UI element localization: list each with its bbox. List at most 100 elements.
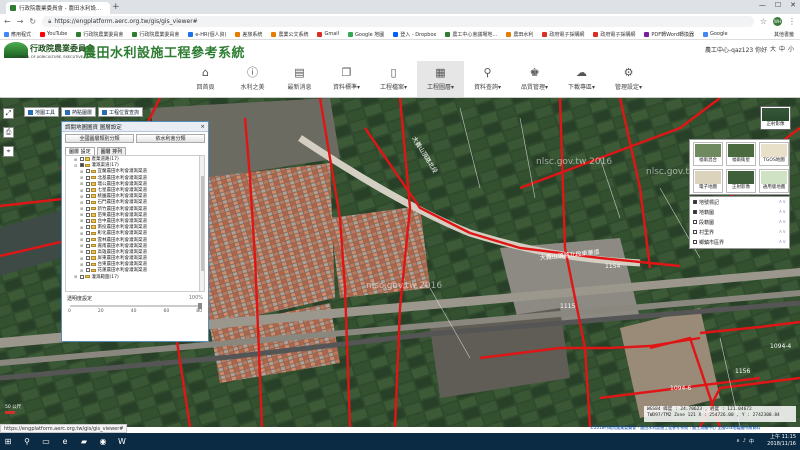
font-size-large[interactable]: 大 [770, 44, 776, 53]
layer-checkbox[interactable] [85, 249, 90, 254]
forward-icon[interactable]: → [17, 17, 24, 26]
menu-item-4[interactable]: ❐ 資料標準▾ [323, 61, 370, 97]
close-icon[interactable]: × [200, 124, 205, 130]
reorder-arrows-icon[interactable]: ∧∨ [779, 209, 786, 215]
opacity-slider-handle[interactable] [198, 303, 202, 309]
project-location-search-button[interactable]: 工程位置查詢 [98, 107, 144, 117]
bookmark-item[interactable]: 行政院農業委員會 [132, 31, 179, 38]
tree-node-irrigation-areas[interactable]: ⊞ 灌溉範圍(17) [66, 274, 204, 280]
overlay-checkbox[interactable] [693, 220, 697, 224]
layer-checkbox[interactable] [79, 163, 84, 168]
tray-icon[interactable]: ♪ [743, 438, 746, 445]
tab-layer-settings[interactable]: 圖層 設定 [65, 147, 95, 155]
bookmark-item[interactable]: 政府電子採購網 [593, 31, 635, 38]
bookmark-item[interactable]: 農田水利 [506, 31, 533, 38]
layer-checkbox[interactable] [85, 200, 90, 205]
layer-checkbox[interactable] [85, 262, 90, 267]
hotspot-layer-button[interactable]: 熱點圖層 [61, 107, 97, 117]
windows-start-icon[interactable]: ⊞ [3, 437, 13, 447]
back-icon[interactable]: ← [4, 17, 11, 26]
bookmark-item[interactable]: 行政院農業委員會 [76, 31, 123, 38]
overlay-layer-row[interactable]: 地號標記 ∧∨ [690, 197, 789, 207]
close-window-icon[interactable]: ✕ [790, 1, 796, 9]
reorder-arrows-icon[interactable]: ∧∨ [779, 199, 786, 205]
overlay-checkbox[interactable] [693, 210, 697, 214]
overlay-checkbox[interactable] [693, 200, 697, 204]
bookmark-item[interactable]: 登入 - Dropbox [393, 31, 436, 38]
layer-checkbox[interactable] [85, 175, 90, 180]
chrome-icon[interactable]: ◉ [98, 437, 108, 447]
overlay-layer-row[interactable]: 鄉鎮市區界 ∧∨ [690, 237, 789, 247]
layer-checkbox[interactable] [85, 212, 90, 217]
bookmark-item[interactable]: e-HR(個人資) [188, 31, 226, 38]
layer-checkbox[interactable] [85, 169, 90, 174]
tray-icon[interactable]: ∧ [736, 438, 740, 445]
locate-icon[interactable]: ⌖ [3, 146, 14, 157]
new-tab-button[interactable]: + [112, 2, 120, 12]
layer-checkbox[interactable] [85, 206, 90, 211]
user-greeting[interactable]: 農工中心-qaz123 你好 [705, 45, 767, 54]
bookmark-item[interactable]: 應用程式 [4, 31, 31, 38]
browser-tab[interactable]: 行政院農業委員會 - 農田水利設... × [6, 2, 110, 14]
layer-checkbox[interactable] [85, 194, 90, 199]
layer-checkbox[interactable] [85, 225, 90, 230]
overlay-layer-row[interactable]: 村里界 ∧∨ [690, 227, 789, 237]
menu-item-10[interactable]: ⚙ 管理設定▾ [605, 61, 652, 97]
bookmark-item[interactable]: 農業公文系統 [271, 31, 308, 38]
menu-item-6[interactable]: ▦ 工程圖層▾ [417, 61, 464, 97]
national-category-button[interactable]: 全國圖層類別分類 [65, 134, 134, 143]
layer-checkbox[interactable] [85, 256, 90, 261]
bookmark-item[interactable]: 差旅系統 [235, 31, 262, 38]
layer-checkbox[interactable] [85, 181, 90, 186]
map-tools-button[interactable]: 地圖工具 [24, 107, 60, 117]
font-size-small[interactable]: 小 [788, 44, 794, 53]
layer-checkbox[interactable] [85, 188, 90, 193]
reorder-arrows-icon[interactable]: ∧∨ [779, 229, 786, 235]
font-size-medium[interactable]: 中 [779, 44, 785, 53]
bookmark-item[interactable]: Google 地圖 [348, 31, 384, 38]
print-icon[interactable]: ⎙ [3, 127, 14, 138]
overlay-layer-row[interactable]: 地籍圖 ∧∨ [690, 207, 789, 217]
reload-icon[interactable]: ↻ [29, 17, 36, 26]
menu-item-7[interactable]: ⚲ 資料查詢▾ [464, 61, 511, 97]
basemap-option[interactable]: 電子地圖 [693, 169, 723, 193]
profile-avatar[interactable]: WH [773, 17, 782, 26]
copyright-footer[interactable]: ©2018行政院農業委員會 - 農田水利設施工程參考系統｜國土測繪中心 全國GI… [590, 425, 760, 431]
layer-panel-header[interactable]: 調閱地圖圖資 圖層設定 × [62, 122, 208, 132]
collapse-icon[interactable]: ⊞ [74, 157, 78, 162]
url-input[interactable]: 🔒︎ https://engplatform.aerc.org.tw/gis/g… [42, 16, 754, 27]
expand-icon[interactable]: ⊟ [74, 163, 78, 168]
collapse-icon[interactable]: ⊞ [74, 274, 78, 279]
layer-checkbox[interactable] [85, 218, 90, 223]
bookmark-item[interactable]: Google [703, 31, 728, 37]
bookmark-item[interactable]: Gmail [317, 31, 339, 37]
layer-checkbox[interactable] [85, 237, 90, 242]
layer-checkbox[interactable] [85, 243, 90, 248]
search-icon[interactable]: ⚲ [22, 437, 32, 447]
task-view-icon[interactable]: ▭ [41, 437, 51, 447]
layer-checkbox[interactable] [85, 268, 90, 273]
taskbar-clock[interactable]: 上午 11:15 2018/11/16 [767, 434, 796, 447]
basemap-toggle-button[interactable]: 正射影像 [760, 106, 791, 130]
overlay-checkbox[interactable] [693, 230, 697, 234]
bookmark-item[interactable]: YouTube [40, 31, 67, 37]
irrigation-association-button[interactable]: 依水利會分類 [136, 134, 205, 143]
layer-checkbox[interactable] [85, 231, 90, 236]
layer-checkbox[interactable] [79, 274, 84, 279]
bookmark-item[interactable]: 農工中心會議場地… [445, 31, 497, 38]
overlay-layer-row[interactable]: 段籍圖 ∧∨ [690, 217, 789, 227]
menu-item-3[interactable]: ▤ 最新消息 [276, 61, 323, 97]
menu-item-1[interactable]: ⌂ 回首頁 [182, 61, 229, 97]
basemap-option[interactable]: 福衛衛星 [726, 142, 756, 166]
basemap-option[interactable]: TGOS地圖 [759, 142, 789, 166]
tree-scrollbar[interactable] [199, 156, 204, 291]
layer-checkbox[interactable] [79, 157, 84, 162]
scrollbar-thumb[interactable] [200, 176, 204, 271]
maximize-icon[interactable]: ☐ [775, 1, 781, 9]
bookmark-star-icon[interactable]: ☆ [760, 17, 767, 26]
word-icon[interactable]: W [117, 437, 127, 447]
menu-item-9[interactable]: ☁ 下載專區▾ [558, 61, 605, 97]
basemap-option[interactable]: 通用版地圖 [759, 169, 789, 193]
basemap-option[interactable]: 福衛混合 [693, 142, 723, 166]
fullscreen-icon[interactable]: ⤢ [3, 108, 14, 119]
